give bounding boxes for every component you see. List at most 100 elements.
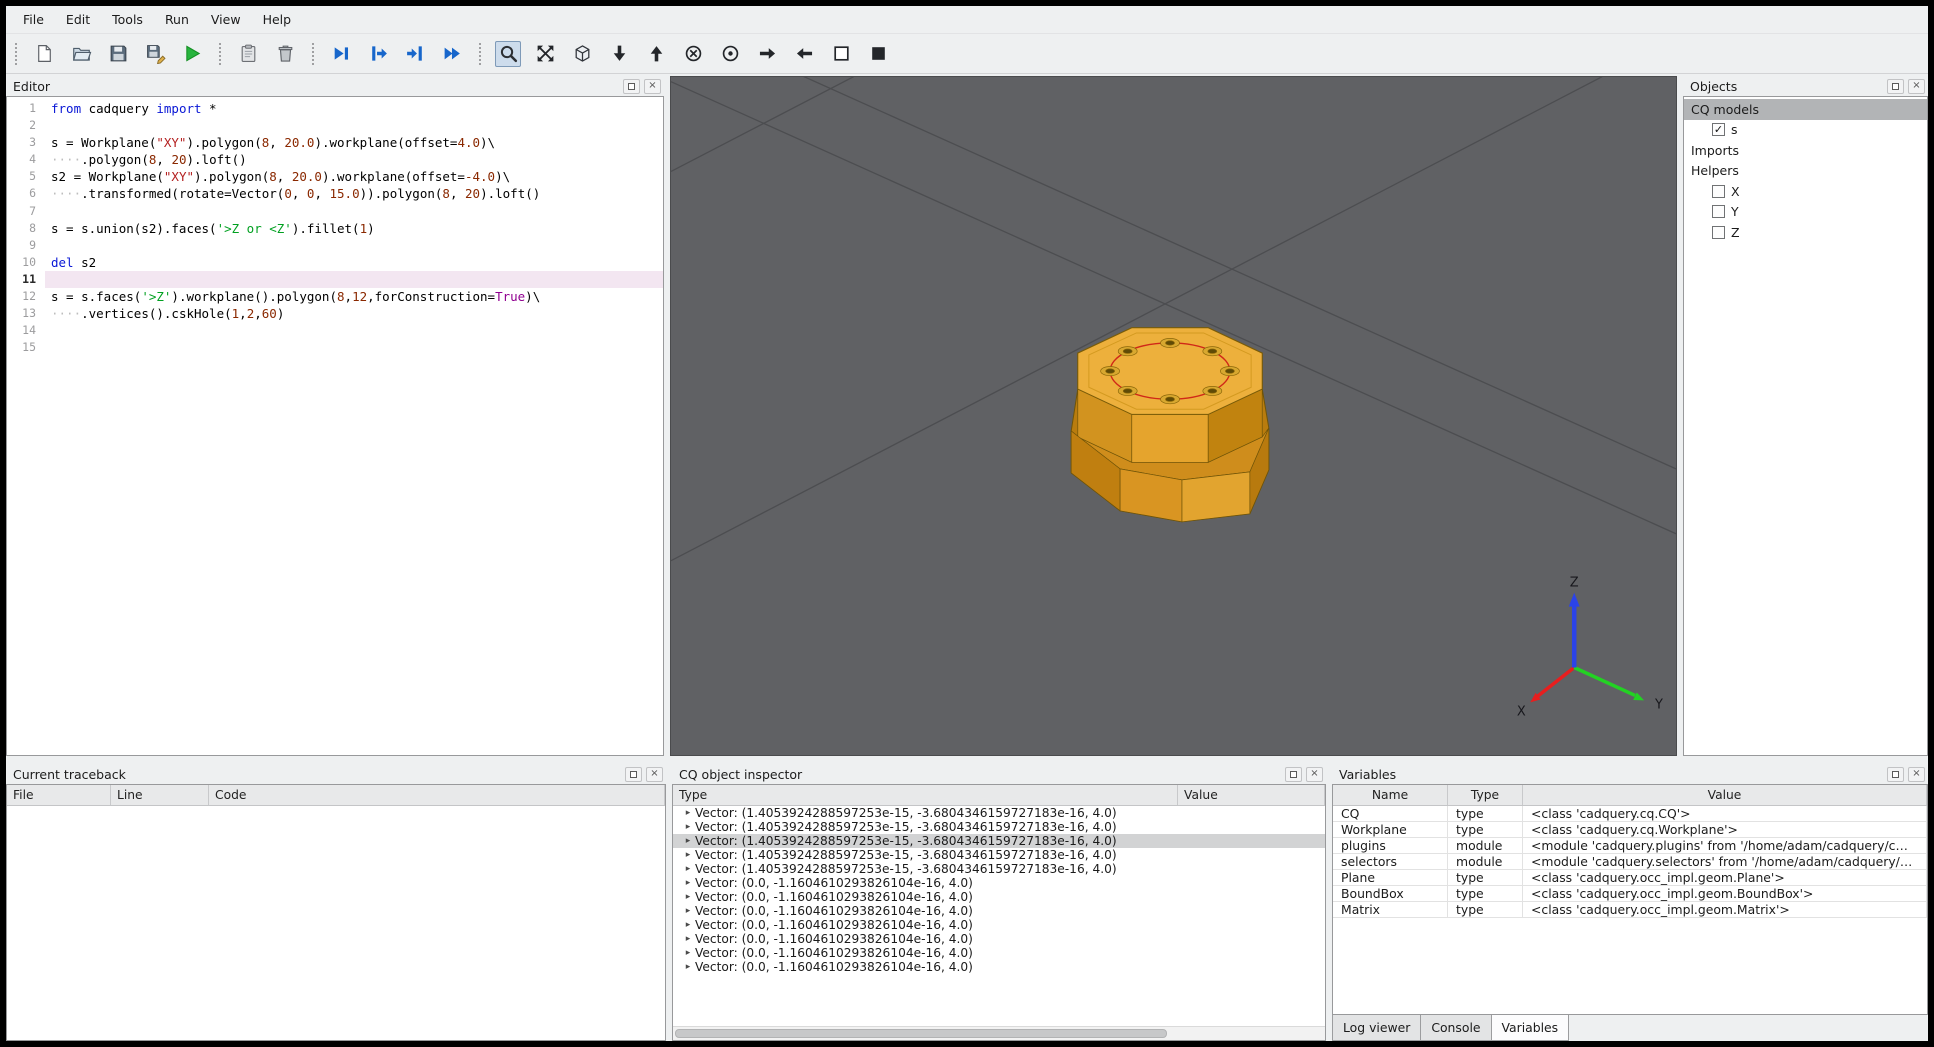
- code-line[interactable]: 5 s2 = Workplane("XY").polygon(8, 20.0).w…: [7, 168, 663, 185]
- tree-item-x[interactable]: X: [1684, 181, 1927, 202]
- viewport-3d[interactable]: Z X Y: [670, 76, 1677, 756]
- new-file-button[interactable]: [31, 41, 57, 67]
- render-button[interactable]: [179, 41, 205, 67]
- tab-log-viewer[interactable]: Log viewer: [1332, 1015, 1422, 1041]
- inspector-row[interactable]: ▸ Vector: (0.0, -1.1604610293826104e-16, …: [673, 876, 1325, 890]
- inspector-row[interactable]: ▸ Vector: (1.4053924288597253e-15, -3.680…: [673, 848, 1325, 862]
- inspector-row[interactable]: ▸ Vector: (0.0, -1.1604610293826104e-16, …: [673, 946, 1325, 960]
- code-line[interactable]: 11: [7, 270, 663, 289]
- tree-item-y[interactable]: Y: [1684, 202, 1927, 223]
- float-icon[interactable]: [625, 766, 642, 782]
- tree-item-helpers[interactable]: Helpers: [1684, 161, 1927, 182]
- inspector-row[interactable]: ▸ Vector: (0.0, -1.1604610293826104e-16, …: [673, 904, 1325, 918]
- code-line[interactable]: 6 ····.transformed(rotate=Vector(0, 0, 15…: [7, 185, 663, 202]
- variable-row-selectors[interactable]: selectors module <module 'cadquery.selecto…: [1333, 854, 1927, 870]
- inspector-row[interactable]: ▸ Vector: (0.0, -1.1604610293826104e-16, …: [673, 918, 1325, 932]
- checkbox-z[interactable]: [1712, 225, 1725, 239]
- code-line[interactable]: 4 ····.polygon(8, 20).loft(): [7, 151, 663, 168]
- expander-icon[interactable]: ▸: [681, 948, 695, 958]
- front-view-button[interactable]: [717, 41, 743, 67]
- menu-item-tools[interactable]: Tools: [101, 7, 154, 32]
- close-icon[interactable]: ×: [644, 78, 661, 94]
- toolbar-handle[interactable]: [219, 42, 221, 65]
- tab-variables[interactable]: Variables: [1490, 1015, 1570, 1041]
- back-view-button[interactable]: [680, 41, 706, 67]
- menu-item-file[interactable]: File: [12, 7, 55, 32]
- toolbar-handle[interactable]: [479, 42, 481, 65]
- shaded-button[interactable]: [865, 41, 891, 67]
- variable-row-boundbox[interactable]: BoundBox type <class 'cadquery.occ_impl.ge…: [1333, 886, 1927, 902]
- inspector-row[interactable]: ▸ Vector: (0.0, -1.1604610293826104e-16, …: [673, 890, 1325, 904]
- close-icon[interactable]: ×: [646, 766, 663, 782]
- save-as-button[interactable]: [142, 41, 168, 67]
- top-view-button[interactable]: [606, 41, 632, 67]
- close-icon[interactable]: ×: [1908, 766, 1925, 782]
- inspector-row[interactable]: ▸ Vector: (0.0, -1.1604610293826104e-16, …: [673, 960, 1325, 974]
- code-line[interactable]: 13 ····.vertices().cskHole(1,2,60): [7, 305, 663, 322]
- tree-item-z[interactable]: Z: [1684, 222, 1927, 243]
- code-line[interactable]: 7: [7, 203, 663, 220]
- inspector-row[interactable]: ▸ Vector: (1.4053924288597253e-15, -3.680…: [673, 820, 1325, 834]
- tree-item-cq-models[interactable]: CQ models: [1684, 99, 1927, 120]
- expander-icon[interactable]: ▸: [681, 934, 695, 944]
- variable-row-matrix[interactable]: Matrix type <class 'cadquery.occ_impl.geom…: [1333, 902, 1927, 918]
- column-header-type[interactable]: Type: [1448, 785, 1523, 805]
- delete-button[interactable]: [272, 41, 298, 67]
- float-icon[interactable]: [623, 78, 640, 94]
- menu-item-run[interactable]: Run: [154, 7, 200, 32]
- fit-view-button[interactable]: [532, 41, 558, 67]
- inspector-row[interactable]: ▸ Vector: (0.0, -1.1604610293826104e-16, …: [673, 932, 1325, 946]
- open-button[interactable]: [68, 41, 94, 67]
- inspector-row[interactable]: ▸ Vector: (1.4053924288597253e-15, -3.680…: [673, 806, 1325, 820]
- toolbar-handle[interactable]: [15, 42, 17, 65]
- expander-icon[interactable]: ▸: [681, 906, 695, 916]
- code-line[interactable]: 3 s = Workplane("XY").polygon(8, 20.0).wo…: [7, 134, 663, 151]
- column-header-value[interactable]: Value: [1178, 785, 1325, 805]
- code-line[interactable]: 15: [7, 339, 663, 356]
- expander-icon[interactable]: ▸: [681, 920, 695, 930]
- float-icon[interactable]: [1887, 78, 1904, 94]
- variable-row-workplane[interactable]: Workplane type <class 'cadquery.cq.Workpla…: [1333, 822, 1927, 838]
- close-icon[interactable]: ×: [1908, 78, 1925, 94]
- expander-icon[interactable]: ▸: [681, 822, 695, 832]
- tab-console[interactable]: Console: [1420, 1015, 1492, 1041]
- code-line[interactable]: 14: [7, 322, 663, 339]
- clipboard-button[interactable]: [235, 41, 261, 67]
- column-header-name[interactable]: Name: [1333, 785, 1448, 805]
- column-header-line[interactable]: Line: [111, 785, 209, 805]
- column-header-value[interactable]: Value: [1523, 785, 1927, 805]
- code-line[interactable]: 2: [7, 117, 663, 134]
- expander-icon[interactable]: ▸: [681, 850, 695, 860]
- checkbox-x[interactable]: [1712, 184, 1725, 198]
- code-line[interactable]: 8 s = s.union(s2).faces('>Z or <Z').fille…: [7, 220, 663, 237]
- column-header-file[interactable]: File: [7, 785, 111, 805]
- right-view-button[interactable]: [754, 41, 780, 67]
- variable-row-plugins[interactable]: plugins module <module 'cadquery.plugins' …: [1333, 838, 1927, 854]
- float-icon[interactable]: [1887, 766, 1904, 782]
- checkbox-y[interactable]: [1712, 205, 1725, 219]
- float-icon[interactable]: [1285, 766, 1302, 782]
- menu-item-edit[interactable]: Edit: [55, 7, 101, 32]
- iso-view-button[interactable]: [569, 41, 595, 67]
- save-button[interactable]: [105, 41, 131, 67]
- code-line[interactable]: 10 del s2: [7, 254, 663, 271]
- expander-icon[interactable]: ▸: [681, 864, 695, 874]
- scrollbar-thumb[interactable]: [675, 1029, 1168, 1038]
- zoom-toggle-button[interactable]: [495, 40, 521, 67]
- variable-row-cq[interactable]: CQ type <class 'cadquery.cq.CQ'>: [1333, 806, 1927, 822]
- expander-icon[interactable]: ▸: [681, 878, 695, 888]
- code-line[interactable]: 1 from cadquery import *: [7, 100, 663, 117]
- code-editor[interactable]: 1 from cadquery import * 2 3 s = Workplane("…: [6, 96, 664, 756]
- variable-row-plane[interactable]: Plane type <class 'cadquery.occ_impl.geom.…: [1333, 870, 1927, 886]
- tree-item-s[interactable]: ✓ s: [1684, 120, 1927, 141]
- menu-item-help[interactable]: Help: [252, 7, 303, 32]
- bottom-view-button[interactable]: [643, 41, 669, 67]
- inspector-row[interactable]: ▸ Vector: (1.4053924288597253e-15, -3.680…: [673, 862, 1325, 876]
- step-button[interactable]: [365, 41, 391, 67]
- wireframe-button[interactable]: [828, 41, 854, 67]
- expander-icon[interactable]: ▸: [681, 836, 695, 846]
- horizontal-scrollbar[interactable]: [673, 1026, 1325, 1040]
- inspector-row[interactable]: ▸ Vector: (1.4053924288597253e-15, -3.680…: [673, 834, 1325, 848]
- debug-button[interactable]: [328, 41, 354, 67]
- toolbar-handle[interactable]: [312, 42, 314, 65]
